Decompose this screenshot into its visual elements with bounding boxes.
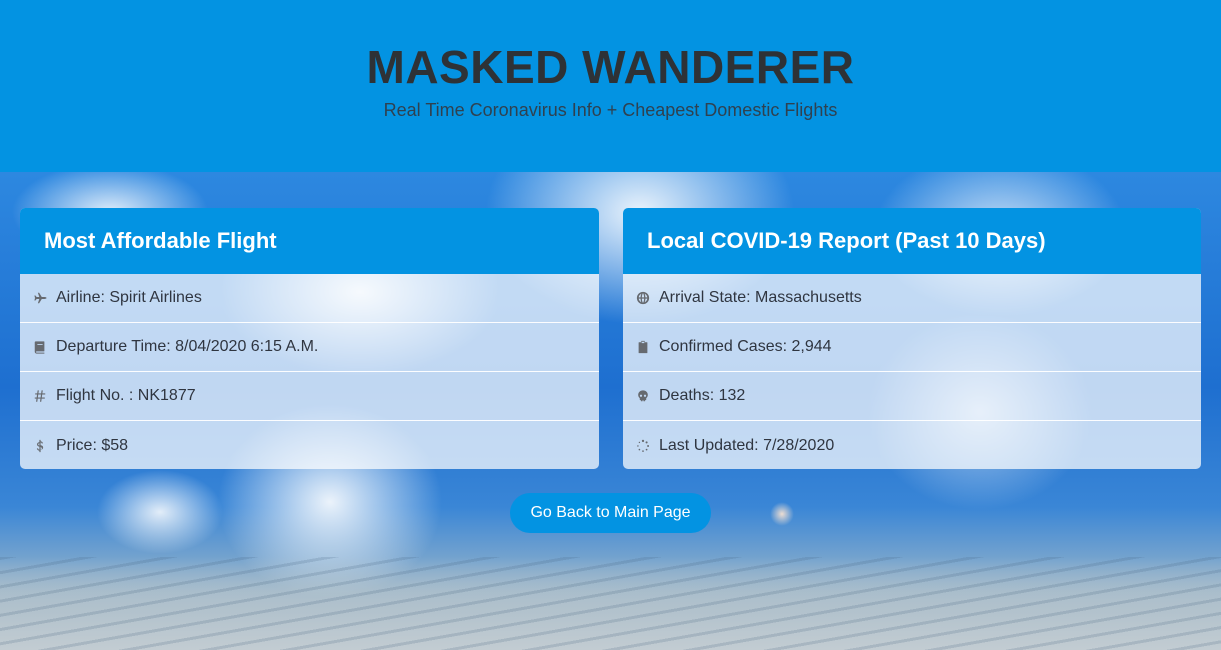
covid-updated-row: Last Updated: 7/28/2020 — [623, 421, 1201, 469]
skull-icon — [635, 388, 651, 404]
covid-card-header: Local COVID-19 Report (Past 10 Days) — [623, 208, 1201, 274]
flight-airline-text: Airline: Spirit Airlines — [56, 289, 202, 306]
covid-deaths-row: Deaths: 132 — [623, 372, 1201, 421]
sun-glow — [770, 502, 794, 526]
flight-number-row: Flight No. : NK1877 — [20, 372, 599, 421]
site-title: MASKED WANDERER — [366, 41, 855, 93]
flight-price-text: Price: $58 — [56, 436, 129, 454]
site-subtitle: Real Time Coronavirus Info + Cheapest Do… — [383, 100, 838, 120]
covid-state-text: Arrival State: Massachusetts — [659, 289, 862, 306]
flight-departure-row: Departure Time: 8/04/2020 6:15 A.M. — [20, 323, 599, 372]
flight-airline-row: Airline: Spirit Airlines — [20, 274, 599, 323]
hashtag-icon — [32, 388, 48, 404]
globe-icon — [635, 290, 651, 306]
flight-card-title: Most Affordable Flight — [44, 228, 277, 253]
flight-departure-text: Departure Time: 8/04/2020 6:15 A.M. — [56, 338, 319, 355]
flight-number-text: Flight No. : NK1877 — [56, 387, 196, 404]
book-icon — [32, 339, 48, 355]
back-to-main-button[interactable]: Go Back to Main Page — [510, 493, 711, 533]
flight-card: Most Affordable Flight Airline: Spirit A… — [20, 208, 599, 469]
covid-updated-text: Last Updated: 7/28/2020 — [659, 436, 835, 454]
spinner-icon — [635, 438, 651, 454]
flight-price-row: Price: $58 — [20, 421, 599, 469]
plane-icon — [32, 290, 48, 306]
flight-card-header: Most Affordable Flight — [20, 208, 599, 274]
covid-deaths-text: Deaths: 132 — [659, 387, 746, 404]
covid-card-title: Local COVID-19 Report (Past 10 Days) — [647, 228, 1046, 253]
covid-state-row: Arrival State: Massachusetts — [623, 274, 1201, 323]
dollar-icon — [32, 438, 48, 454]
covid-cases-text: Confirmed Cases: 2,944 — [659, 338, 832, 355]
covid-card: Local COVID-19 Report (Past 10 Days) Arr… — [623, 208, 1201, 469]
clipboard-icon — [635, 339, 651, 355]
seabed-background — [0, 557, 1221, 650]
covid-cases-row: Confirmed Cases: 2,944 — [623, 323, 1201, 372]
page-header: MASKED WANDERER Real Time Coronavirus In… — [0, 0, 1221, 172]
